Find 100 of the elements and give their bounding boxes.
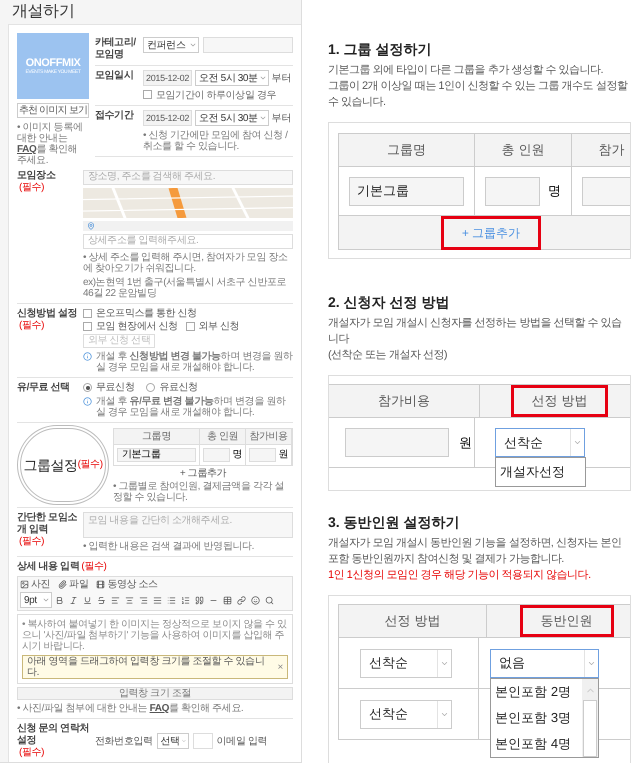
radio-label: 유료신청 xyxy=(159,382,198,393)
required-mark: (필수) xyxy=(19,182,44,194)
group-name-field[interactable]: 기본그룹 xyxy=(349,176,464,206)
field-label: 유/무료 선택 xyxy=(17,382,70,394)
selection-method-select[interactable]: 선착순 xyxy=(360,700,452,728)
checkbox-label: 모임 현장에서 신청 xyxy=(96,321,178,332)
link-icon[interactable] xyxy=(235,594,248,606)
field-label: 전화번호입력 xyxy=(95,736,153,746)
group-name-field[interactable]: 기본그룹 xyxy=(117,448,196,462)
help-text: ex)논현역 1번 출구(서울특별시 서초구 신반포로 46길 22 운암빌딩 xyxy=(83,277,288,299)
section-heading: 3. 동반인원 설정하기 xyxy=(328,513,460,531)
field-label: 신청 문의 연락처 설정 xyxy=(17,723,90,747)
field-label: 모임장소 xyxy=(17,170,56,182)
range-label: 부터 xyxy=(272,112,291,124)
description-text: 개설자가 모임 개설시 동반인원 기능을 설정하면, 신청자는 본인 포함 동반인원까지 참여신청 및 결제가 가능합니다. xyxy=(328,536,622,567)
date-field[interactable]: 2015-12-02 xyxy=(143,110,192,126)
required-mark: (필수) xyxy=(19,320,44,332)
logo-text: ONOFFMIX xyxy=(26,56,80,68)
info-icon xyxy=(83,397,92,406)
column-header: 참가비용 xyxy=(246,428,292,444)
checkbox-label: 외부 신청 xyxy=(198,321,240,332)
faq-link[interactable]: FAQ xyxy=(17,144,36,155)
unit-label: 원 xyxy=(459,434,472,452)
selection-method-select[interactable]: 선착순 xyxy=(495,428,586,457)
section-label: 그룹설정 xyxy=(23,456,78,474)
checkbox-label: 모임기간이 하루이상일 경우 xyxy=(156,90,276,101)
count-field[interactable] xyxy=(203,448,230,462)
checkbox[interactable] xyxy=(143,90,152,99)
dropdown-option[interactable]: 본인포함 3명 xyxy=(491,705,582,731)
field-label: 모임일시 xyxy=(95,70,134,82)
required-mark: (필수) xyxy=(78,459,103,471)
title-input[interactable] xyxy=(203,37,293,53)
time-select[interactable]: 오전 5시 30분 xyxy=(195,70,269,86)
description-text: 개설자가 모임 개설시 신청자를 선정하는 방법을 선택할 수 있습니다 xyxy=(328,316,622,347)
scrollbar[interactable] xyxy=(582,679,598,757)
column-header: 참가비용 xyxy=(377,392,431,410)
checkbox[interactable] xyxy=(186,322,195,331)
column-header: 총 인원 xyxy=(200,428,246,444)
film-icon xyxy=(96,580,106,589)
field-label: 간단한 모임소개 입력 xyxy=(17,512,78,536)
caret-icon xyxy=(189,41,197,49)
field-label: 카테고리/모임명 xyxy=(95,37,137,61)
help-text: 개설 후 유/무료 변경 불가능하며 변경을 원하실 경우 모임을 새로 개설해야 합니다. xyxy=(96,396,287,418)
time-select[interactable]: 오전 5시 30분 xyxy=(195,110,269,126)
attach-button[interactable]: 사진 xyxy=(20,579,50,590)
required-mark: (필수) xyxy=(19,747,44,759)
phone-field[interactable] xyxy=(192,733,213,749)
dropdown-option[interactable]: 본인포함 2명 xyxy=(491,679,582,705)
tooltip-text: 아래 영역을 드래그하여 입력창 크기를 조절할 수 있습니다. xyxy=(27,656,266,678)
map-pin-icon xyxy=(87,222,95,230)
emoji-icon[interactable] xyxy=(249,594,262,606)
attach-button[interactable]: 동영상 소스 xyxy=(96,579,158,590)
checkbox[interactable] xyxy=(83,309,92,318)
caret-icon xyxy=(42,596,50,604)
dropdown-option[interactable]: 본인포함 4명 xyxy=(491,731,582,757)
font-size-select[interactable]: 9pt xyxy=(20,592,52,608)
unit-label: 원 xyxy=(278,449,288,460)
editor-area[interactable]: • 복사하여 붙여넣기 한 이미지는 정상적으로 보이지 않을 수 있으니 '사진/파일 첨부하기' 기능을 사용하여 이미지를 삽입해 주시기 바랍니다. 아래 영역을 드래그하여 입력창 크기를 조절할 수 있습니다. × xyxy=(17,614,293,684)
unit-label: 명 xyxy=(548,182,561,200)
checkbox-label: 온오프믹스를 통한 신청 xyxy=(96,308,197,319)
phone-prefix-select[interactable]: 선택 xyxy=(156,733,189,749)
editor-text: • 복사하여 붙여넣기 한 이미지는 정상적으로 보이지 않을 수 있으니 '사진/파일 첨부하기' 기능을 사용하여 이미지를 삽입해 주시기 바랍니다. xyxy=(22,619,288,652)
required-mark: (필수) xyxy=(81,561,106,573)
column-header: 참가 xyxy=(598,141,626,160)
attach-button[interactable]: 파일 xyxy=(58,579,88,590)
help-text: • 이미지 등록에 대한 안내는 FAQ를 확인해 주세요. xyxy=(17,122,84,166)
checkbox[interactable] xyxy=(83,322,92,331)
help-text: • 사진/파일 첨부에 대한 안내는 FAQ를 확인해 주세요. xyxy=(17,703,244,714)
unit-label: 명 xyxy=(232,449,242,460)
warning-text: 1인 1신청의 모임인 경우 해당 기능이 적용되지 않습니다. xyxy=(328,568,592,583)
dropdown-option[interactable]: 개설자선정 xyxy=(496,458,586,486)
help-text: • 그룹별로 참여인원, 결제금액을 각각 설정할 수 있습니다. xyxy=(113,480,285,502)
radio-label: 무료신청 xyxy=(96,382,134,393)
resize-handle[interactable]: 입력창 크기 조절 xyxy=(17,687,293,700)
radio-button[interactable] xyxy=(146,383,156,392)
field-label: 접수기간 xyxy=(95,110,134,122)
column-header: 동반인원 xyxy=(520,605,614,637)
count-field[interactable] xyxy=(485,176,540,206)
add-group-button[interactable]: + 그룹추가 xyxy=(180,468,226,478)
close-button[interactable]: × xyxy=(278,662,283,672)
recommended-image-button[interactable]: 추천 이미지 보기 xyxy=(17,103,89,118)
category-select[interactable]: 컨퍼런스 xyxy=(143,37,199,53)
image-icon xyxy=(20,580,29,589)
date-field[interactable]: 2015-12-02 xyxy=(143,70,192,86)
section-heading: 1. 그룹 설정하기 xyxy=(328,40,432,58)
help-text: • 상세 주소를 입력해 주시면, 참여자가 모임 장소에 찾아오기가 쉬워집니다. xyxy=(83,252,289,274)
selection-method-select[interactable]: 선착순 xyxy=(360,648,452,678)
faq-link[interactable]: FAQ xyxy=(150,703,169,714)
companion-select[interactable]: 없음 xyxy=(490,648,600,678)
column-header: 선정 방법 xyxy=(384,612,442,630)
help-text: • 신청 기간에만 모임에 참여 신청 / 취소를 할 수 있습니다. xyxy=(143,130,289,152)
fee-field[interactable] xyxy=(345,428,449,457)
fee-field[interactable] xyxy=(582,176,630,206)
fee-field[interactable] xyxy=(249,448,276,462)
radio-button[interactable] xyxy=(83,383,92,392)
caret-icon xyxy=(258,114,267,122)
help-text: 개설 후 신청방법 변경 불가능하며 변경을 원하실 경우 모임을 새로 개설해야 합니다. xyxy=(96,351,293,373)
description-text: 기본그룹 외에 타입이 다른 그룹을 추가 생성할 수 있습니다. xyxy=(328,63,604,78)
paperclip-icon xyxy=(58,580,68,589)
column-header: 그룹명 xyxy=(114,428,200,444)
